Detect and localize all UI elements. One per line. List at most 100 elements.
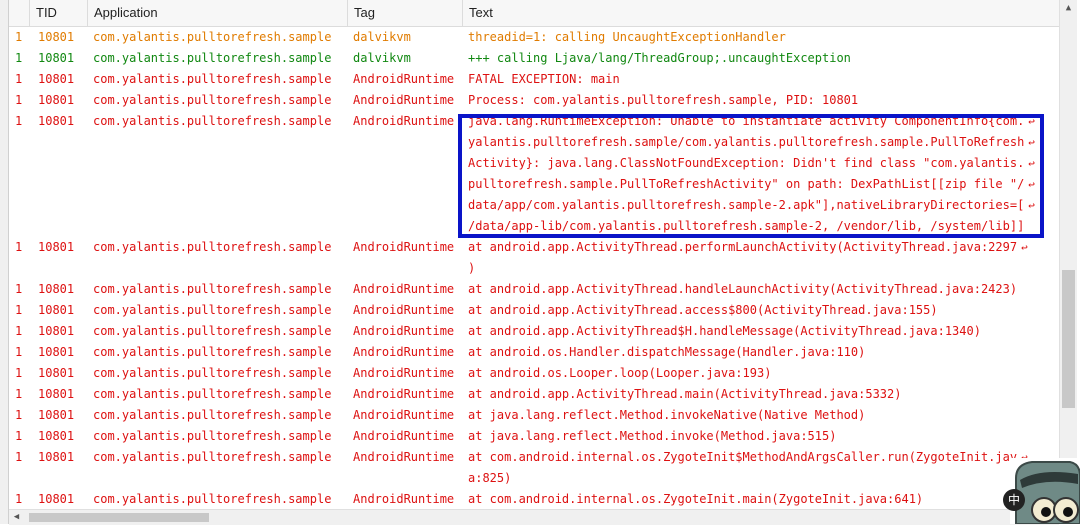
log-application: com.yalantis.pulltorefresh.sample — [93, 387, 332, 401]
vertical-scrollbar[interactable]: ▲ — [1059, 0, 1077, 509]
log-row[interactable]: 1 10801 com.yalantis.pulltorefresh.sample A… — [9, 342, 1059, 363]
log-tag: AndroidRuntime — [353, 408, 455, 422]
log-level: 1 — [15, 324, 23, 338]
log-text-line: pulltorefresh.sample.PullToRefreshActivi… — [468, 177, 1025, 191]
log-tid: 10801 — [38, 408, 75, 422]
column-header-tag[interactable]: Tag — [347, 0, 462, 26]
log-row[interactable]: 1 10801 com.yalantis.pulltorefresh.sample A… — [9, 405, 1059, 426]
log-tid: 10801 — [38, 324, 75, 338]
log-level: 1 — [15, 492, 23, 506]
log-row[interactable]: 1 10801 com.yalantis.pulltorefresh.sample A… — [9, 363, 1059, 384]
left-gutter — [0, 0, 9, 524]
log-application: com.yalantis.pulltorefresh.sample — [93, 282, 332, 296]
log-row[interactable]: 1 10801 com.yalantis.pulltorefresh.sample d… — [9, 27, 1059, 48]
log-row[interactable]: 1 10801 com.yalantis.pulltorefresh.sample A… — [9, 279, 1059, 300]
log-level: 1 — [15, 240, 23, 254]
log-text-line: at android.app.ActivityThread.access$800… — [468, 303, 938, 317]
log-text: threadid=1: calling UncaughtExceptionHan… — [468, 27, 786, 48]
log-row[interactable]: 1 10801 com.yalantis.pulltorefresh.sample A… — [9, 447, 1059, 489]
log-text-line: ) — [468, 261, 476, 275]
log-tid: 10801 — [38, 114, 75, 128]
line-wrap-icon: ↩ — [1028, 178, 1035, 191]
log-level: 1 — [15, 387, 23, 401]
log-level: 1 — [15, 51, 23, 65]
log-application: com.yalantis.pulltorefresh.sample — [93, 408, 332, 422]
log-tag: AndroidRuntime — [353, 366, 455, 380]
log-text-line: Activity}: java.lang.ClassNotFoundExcept… — [468, 156, 1025, 170]
log-tag: AndroidRuntime — [353, 93, 455, 107]
log-text: at android.app.ActivityThread.performLau… — [468, 237, 1028, 279]
log-application: com.yalantis.pulltorefresh.sample — [93, 303, 332, 317]
line-wrap-icon: ↩ — [1021, 241, 1028, 254]
log-text-line: +++ calling Ljava/lang/ThreadGroup;.unca… — [468, 51, 851, 65]
log-text: java.lang.RuntimeException: Unable to in… — [468, 111, 1035, 237]
scroll-left-arrow-icon[interactable]: ◀ — [9, 510, 24, 525]
log-row[interactable]: 1 10801 com.yalantis.pulltorefresh.sample A… — [9, 300, 1059, 321]
log-rows: 1 10801 com.yalantis.pulltorefresh.sample d… — [9, 27, 1059, 509]
log-row[interactable]: 1 10801 com.yalantis.pulltorefresh.sample A… — [9, 69, 1059, 90]
log-tid: 10801 — [38, 51, 75, 65]
log-level: 1 — [15, 303, 23, 317]
horizontal-scroll-thumb[interactable] — [29, 513, 209, 522]
log-tag: AndroidRuntime — [353, 114, 455, 128]
log-tid: 10801 — [38, 429, 75, 443]
log-row[interactable]: 1 10801 com.yalantis.pulltorefresh.sample A… — [9, 90, 1059, 111]
column-header-text[interactable]: Text — [462, 0, 1059, 26]
log-text-line: at android.app.ActivityThread.main(Activ… — [468, 387, 902, 401]
log-level: 1 — [15, 30, 23, 44]
line-wrap-icon: ↩ — [1028, 157, 1035, 170]
log-text: FATAL EXCEPTION: main — [468, 69, 620, 90]
log-text: at android.app.ActivityThread$H.handleMe… — [468, 321, 981, 342]
log-text: +++ calling Ljava/lang/ThreadGroup;.unca… — [468, 48, 851, 69]
log-application: com.yalantis.pulltorefresh.sample — [93, 345, 332, 359]
scroll-up-arrow-icon[interactable]: ▲ — [1060, 0, 1077, 17]
log-tid: 10801 — [38, 93, 75, 107]
line-wrap-icon: ↩ — [1028, 136, 1035, 149]
log-tag: AndroidRuntime — [353, 492, 455, 506]
log-level: 1 — [15, 366, 23, 380]
log-row[interactable]: 1 10801 com.yalantis.pulltorefresh.sample A… — [9, 426, 1059, 447]
log-tag: AndroidRuntime — [353, 72, 455, 86]
horizontal-scrollbar[interactable]: ◀ — [9, 509, 1059, 525]
log-row[interactable]: 1 10801 com.yalantis.pulltorefresh.sample A… — [9, 237, 1059, 279]
log-tid: 10801 — [38, 72, 75, 86]
log-row[interactable]: 1 10801 com.yalantis.pulltorefresh.sample A… — [9, 489, 1059, 509]
log-row[interactable]: 1 10801 com.yalantis.pulltorefresh.sample A… — [9, 321, 1059, 342]
log-text: at android.os.Looper.loop(Looper.java:19… — [468, 363, 771, 384]
log-text-line: at com.android.internal.os.ZygoteInit$Me… — [468, 450, 1018, 464]
log-text: at com.android.internal.os.ZygoteInit.ma… — [468, 489, 923, 509]
log-application: com.yalantis.pulltorefresh.sample — [93, 492, 332, 506]
log-tag: dalvikvm — [353, 51, 411, 65]
log-application: com.yalantis.pulltorefresh.sample — [93, 72, 332, 86]
log-text-line: at android.os.Looper.loop(Looper.java:19… — [468, 366, 772, 380]
column-header-tid[interactable]: TID — [29, 0, 87, 26]
log-text-line: at java.lang.reflect.Method.invokeNative… — [468, 408, 866, 422]
log-row[interactable]: 1 10801 com.yalantis.pulltorefresh.sample d… — [9, 48, 1059, 69]
log-tid: 10801 — [38, 30, 75, 44]
log-tag: AndroidRuntime — [353, 282, 455, 296]
log-application: com.yalantis.pulltorefresh.sample — [93, 324, 332, 338]
ime-badge-icon[interactable]: 中 — [1003, 489, 1025, 511]
line-wrap-icon: ↩ — [1028, 115, 1035, 128]
log-text-line: java.lang.RuntimeException: Unable to in… — [468, 114, 1025, 128]
log-row[interactable]: 1 10801 com.yalantis.pulltorefresh.sample A… — [9, 384, 1059, 405]
log-tag: AndroidRuntime — [353, 240, 455, 254]
log-application: com.yalantis.pulltorefresh.sample — [93, 93, 332, 107]
log-tid: 10801 — [38, 387, 75, 401]
log-text-line: /data/app-lib/com.yalantis.pulltorefresh… — [468, 219, 1025, 233]
log-text-line: at com.android.internal.os.ZygoteInit.ma… — [468, 492, 924, 506]
log-tid: 10801 — [38, 282, 75, 296]
column-header-application[interactable]: Application — [87, 0, 347, 26]
vertical-scroll-thumb[interactable] — [1062, 270, 1075, 408]
log-level: 1 — [15, 93, 23, 107]
log-application: com.yalantis.pulltorefresh.sample — [93, 450, 332, 464]
log-level: 1 — [15, 345, 23, 359]
log-text-line: a:825) — [468, 471, 512, 485]
log-level: 1 — [15, 282, 23, 296]
log-level: 1 — [15, 408, 23, 422]
log-level: 1 — [15, 429, 23, 443]
log-level: 1 — [15, 72, 23, 86]
log-text-line: yalantis.pulltorefresh.sample/com.yalant… — [468, 135, 1025, 149]
log-text-line: at android.app.ActivityThread$H.handleMe… — [468, 324, 981, 338]
log-row[interactable]: 1 10801 com.yalantis.pulltorefresh.sample A… — [9, 111, 1059, 237]
